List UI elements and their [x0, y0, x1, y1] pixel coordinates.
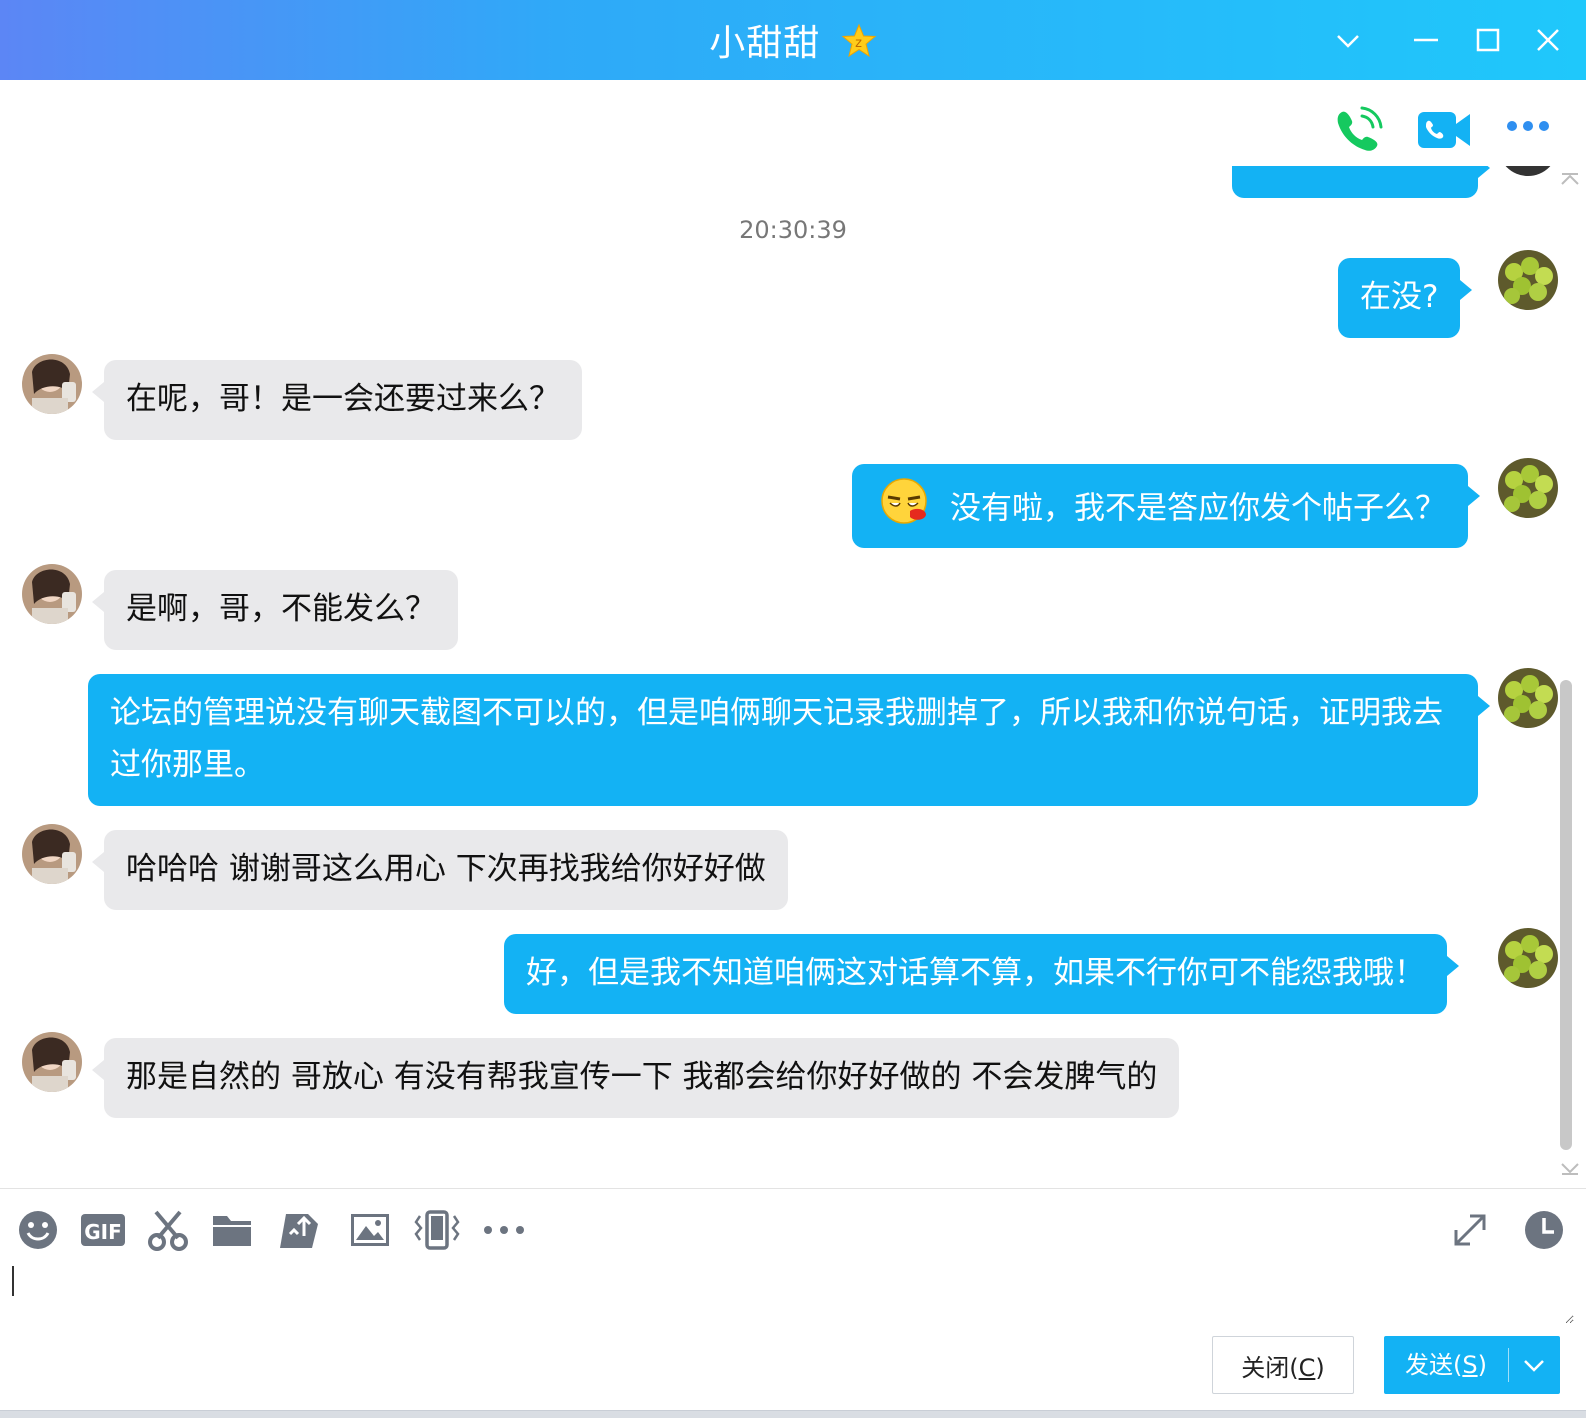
avatar-contact[interactable] — [22, 354, 82, 414]
message-text: 是啊，哥，不能发么？ — [126, 591, 436, 627]
more-icon[interactable] — [1504, 112, 1552, 144]
chevron-down-icon — [1524, 1360, 1544, 1372]
avatar — [1498, 166, 1558, 176]
chevron-down-icon[interactable] — [1330, 22, 1366, 58]
avatar-self[interactable] — [1498, 668, 1558, 728]
avatar-self[interactable] — [1498, 928, 1558, 988]
folder-icon[interactable] — [210, 1208, 254, 1252]
vip-star-icon: z — [841, 23, 877, 68]
gif-icon[interactable]: GIF — [80, 1208, 126, 1252]
message-bubble-incoming[interactable]: 哈哈哈 谢谢哥这么用心 下次再找我给你好好做 — [92, 830, 788, 910]
message-bubble-incoming[interactable]: 在呢，哥！是一会还要过来么？ — [92, 360, 582, 440]
message-text: 哈哈哈 谢谢哥这么用心 下次再找我给你好好做 — [126, 851, 766, 887]
scroll-down-arrow[interactable] — [1558, 1160, 1582, 1182]
send-button[interactable]: 发送(S) — [1384, 1336, 1508, 1394]
send-button-group: 发送(S) — [1384, 1336, 1560, 1394]
title-bar[interactable]: 小甜甜 z — [0, 0, 1586, 80]
avatar-contact[interactable] — [22, 824, 82, 884]
emoji-icon[interactable] — [16, 1208, 60, 1252]
send-options-dropdown[interactable] — [1509, 1336, 1560, 1394]
expand-icon[interactable] — [1448, 1208, 1492, 1252]
send-button-label: 发送( — [1405, 1351, 1463, 1379]
file-transfer-icon[interactable] — [278, 1208, 322, 1252]
scissors-icon[interactable] — [146, 1208, 190, 1252]
text-caret — [12, 1266, 14, 1296]
history-icon[interactable] — [1522, 1208, 1566, 1252]
scrollbar-thumb[interactable] — [1560, 680, 1572, 1150]
message-input[interactable] — [10, 1260, 1574, 1324]
avatar-contact[interactable] — [22, 1032, 82, 1092]
message-text: 没有啦，我不是答应你发个帖子么？ — [950, 490, 1446, 527]
message-text: 那是自然的 哥放心 有没有帮我宣传一下 我都会给你好好做的 不会发脾气的 — [126, 1059, 1158, 1095]
message-bubble-incoming[interactable]: 那是自然的 哥放心 有没有帮我宣传一下 我都会给你好好做的 不会发脾气的 — [91, 1038, 1180, 1118]
avatar-self[interactable] — [1498, 250, 1558, 310]
message-text: 在呢，哥！是一会还要过来么？ — [126, 381, 560, 417]
message-bubble-partial — [1232, 166, 1490, 198]
message-bubble-outgoing[interactable]: 没有啦，我不是答应你发个帖子么？ — [852, 464, 1480, 548]
shake-icon[interactable] — [412, 1208, 462, 1252]
input-toolbar: GIF — [0, 1200, 1586, 1260]
close-icon[interactable] — [1530, 22, 1566, 58]
message-timestamp: 20:30:39 — [739, 216, 847, 244]
message-bubble-incoming[interactable]: 是啊，哥，不能发么？ — [92, 570, 458, 650]
gif-label: GIF — [84, 1220, 122, 1244]
message-bubble-outgoing[interactable]: 论坛的管理说没有聊天截图不可以的，但是咱俩聊天记录我删掉了，所以我和你说句话，证… — [88, 674, 1490, 806]
message-list[interactable]: 20:30:39 在没? 在呢，哥！是一会还要过来么？ 没有啦，我不是答应你发个… — [0, 166, 1586, 1188]
input-divider — [0, 1188, 1586, 1189]
chat-window: 小甜甜 z 20:30:39 在没? 在呢，哥！是一会还要过来么？ 没有啦，我不… — [0, 0, 1586, 1410]
send-button-shortcut: S — [1462, 1351, 1478, 1379]
message-bubble-outgoing[interactable]: 在没? — [1338, 258, 1473, 338]
avatar-self[interactable] — [1498, 458, 1558, 518]
scroll-up-arrow[interactable] — [1558, 170, 1582, 192]
emoji-icon — [880, 477, 930, 543]
close-button-shortcut: C — [1298, 1353, 1316, 1382]
close-button-label: 关闭( — [1241, 1353, 1299, 1382]
message-bubble-outgoing[interactable]: 好，但是我不知道咱俩这对话算不算，如果不行你可不能怨我哦！ — [504, 934, 1459, 1014]
maximize-icon[interactable] — [1470, 22, 1506, 58]
avatar-contact[interactable] — [22, 564, 82, 624]
close-button[interactable]: 关闭(C) — [1212, 1336, 1354, 1394]
more-tools-icon[interactable] — [480, 1208, 528, 1252]
message-text: 论坛的管理说没有聊天截图不可以的，但是咱俩聊天记录我删掉了，所以我和你说句话，证… — [110, 695, 1443, 783]
scrollbar[interactable] — [1560, 680, 1572, 1150]
message-text: 好，但是我不知道咱俩这对话算不算，如果不行你可不能怨我哦！ — [526, 955, 1425, 991]
close-button-suffix: ) — [1315, 1353, 1325, 1382]
send-button-suffix: ) — [1477, 1351, 1487, 1379]
video-call-icon[interactable] — [1416, 108, 1472, 156]
contact-name: 小甜甜 — [709, 23, 821, 64]
message-text: 在没? — [1360, 279, 1439, 315]
minimize-icon[interactable] — [1408, 22, 1444, 58]
phone-call-icon[interactable] — [1332, 104, 1384, 160]
svg-text:z: z — [855, 36, 863, 51]
image-icon[interactable] — [348, 1208, 392, 1252]
